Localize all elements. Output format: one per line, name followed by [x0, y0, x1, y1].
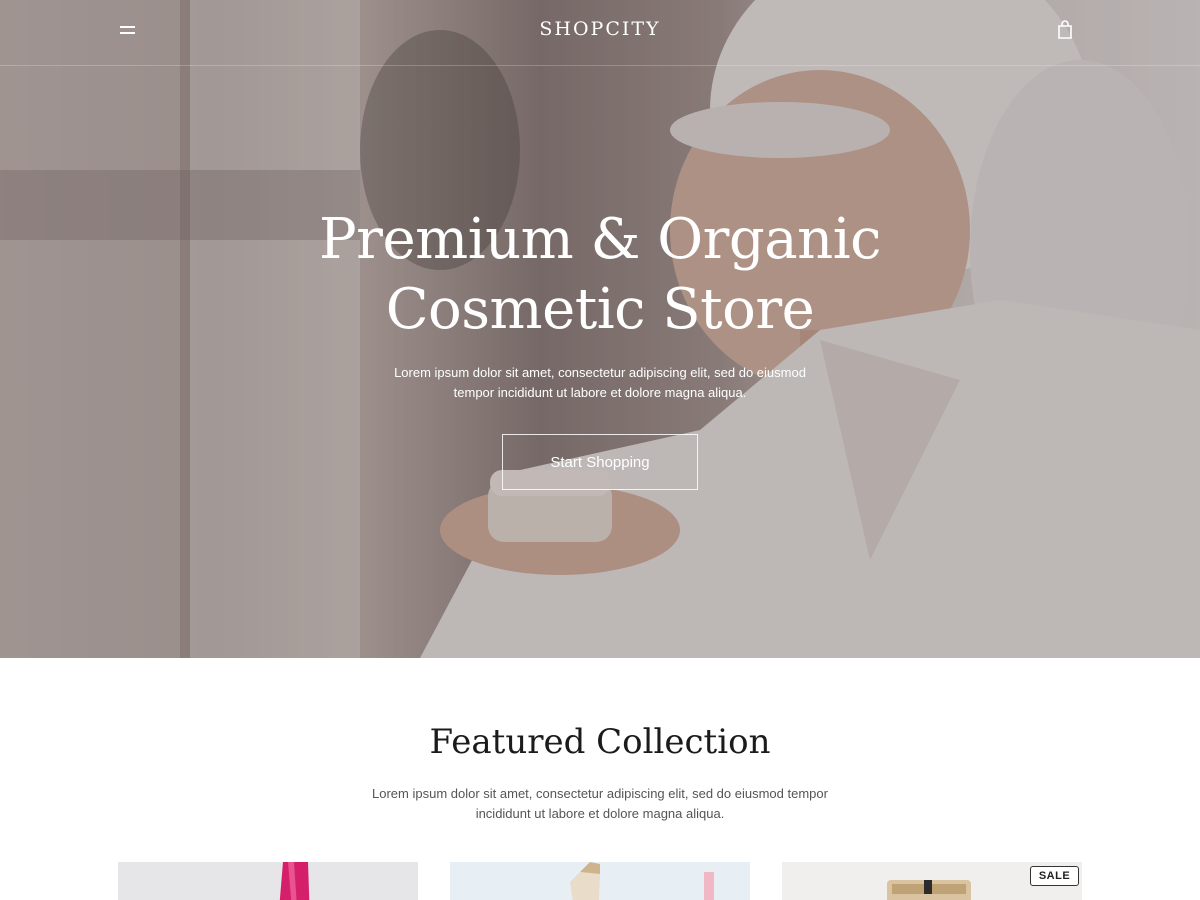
- shopping-bag-icon[interactable]: [1056, 20, 1074, 40]
- site-header: SHOPCITY: [0, 0, 1200, 66]
- start-shopping-button[interactable]: Start Shopping: [502, 434, 698, 490]
- featured-subtitle-line1: Lorem ipsum dolor sit amet, consectetur …: [372, 786, 828, 801]
- brand-logo[interactable]: SHOPCITY: [500, 18, 700, 40]
- product-image-lipstick: [279, 862, 310, 900]
- featured-subtitle-line2: incididunt ut labore et dolore magna ali…: [475, 806, 725, 821]
- hero-banner: SHOPCITY Premium & Organic Cosmetic Stor…: [0, 0, 1200, 658]
- product-card-brush[interactable]: [450, 862, 750, 900]
- hero-subtitle: Lorem ipsum dolor sit amet, consectetur …: [350, 363, 850, 403]
- hero-subtitle-line1: Lorem ipsum dolor sit amet, consectetur …: [394, 365, 806, 380]
- featured-collection-subtitle: Lorem ipsum dolor sit amet, consectetur …: [340, 784, 860, 824]
- product-card-lipstick[interactable]: [118, 862, 418, 900]
- sale-badge: SALE: [1030, 866, 1079, 886]
- featured-collection-title: Featured Collection: [429, 722, 771, 762]
- hero-title-line2: Cosmetic Store: [385, 277, 815, 342]
- product-image-brush: [570, 862, 714, 900]
- hero-title: Premium & Organic Cosmetic Store: [250, 205, 950, 345]
- hero-subtitle-line2: tempor incididunt ut labore et dolore ma…: [453, 385, 747, 400]
- hero-title-line1: Premium & Organic: [319, 207, 881, 272]
- hamburger-menu-icon[interactable]: [120, 24, 136, 36]
